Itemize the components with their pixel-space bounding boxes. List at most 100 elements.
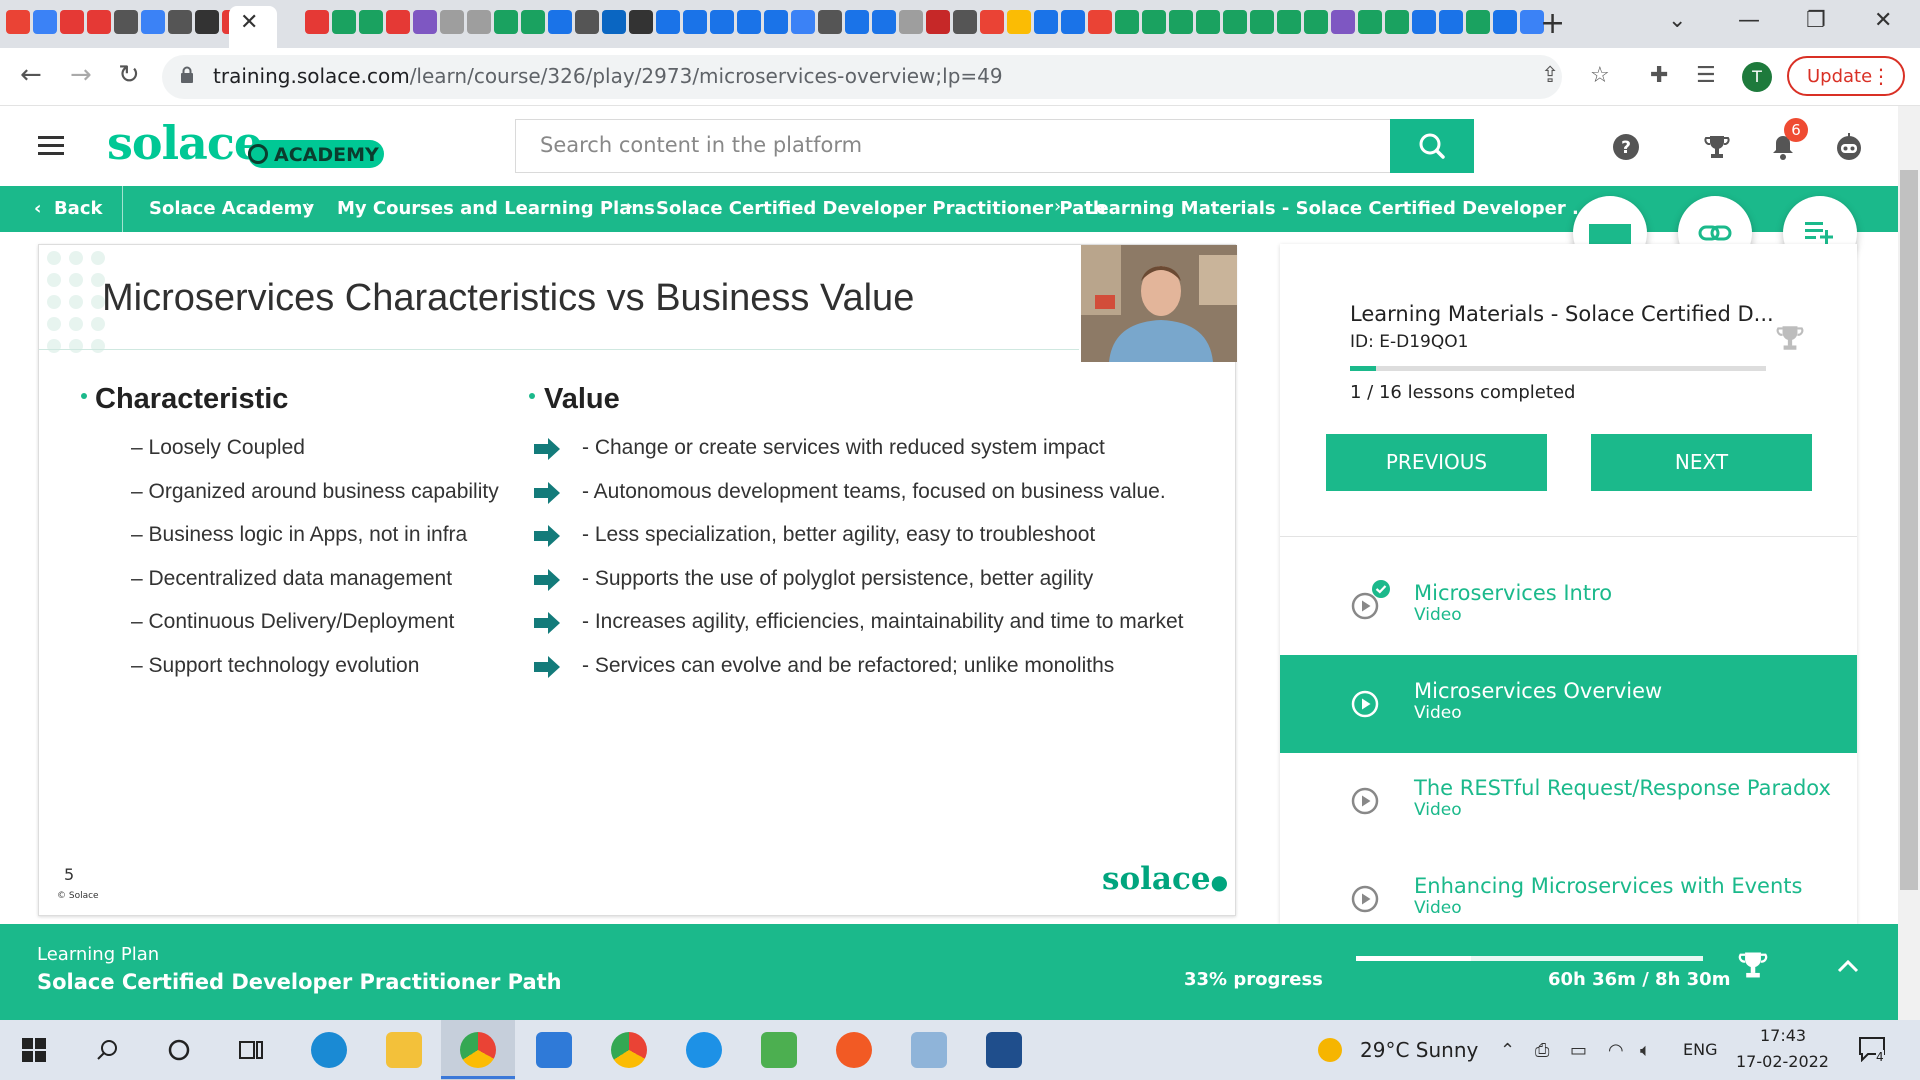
profile-avatar[interactable]: T: [1742, 62, 1772, 92]
tab-favicon-icon[interactable]: [60, 10, 84, 34]
tab-favicon-icon[interactable]: [872, 10, 896, 34]
tab-favicon-icon[interactable]: [737, 10, 761, 34]
tab-favicon-icon[interactable]: [1439, 10, 1463, 34]
file-explorer-icon[interactable]: [386, 1032, 422, 1068]
breadcrumb-item-my-courses[interactable]: My Courses and Learning Plans: [337, 198, 655, 219]
chrome-app-icon[interactable]: [460, 1032, 496, 1068]
back-arrow-icon[interactable]: ←: [20, 60, 42, 90]
clock-time[interactable]: 17:43: [1760, 1026, 1806, 1045]
url-text[interactable]: training.solace.com/learn/course/326/pla…: [213, 64, 1003, 88]
search-button[interactable]: [1390, 119, 1474, 173]
tab-favicon-icon[interactable]: [1088, 10, 1112, 34]
scrollbar-thumb[interactable]: [1900, 170, 1918, 890]
forward-arrow-icon[interactable]: →: [70, 60, 92, 90]
tab-favicon-icon[interactable]: [656, 10, 680, 34]
tab-favicon-icon[interactable]: [1115, 10, 1139, 34]
lesson-item[interactable]: Microservices Overview Video: [1280, 654, 1857, 753]
search-icon[interactable]: [96, 1038, 120, 1062]
meet-now-icon[interactable]: ⎙: [1535, 1040, 1549, 1061]
update-button[interactable]: Update ⋮: [1787, 56, 1905, 96]
tab-favicon-icon[interactable]: [602, 10, 626, 34]
tab-favicon-icon[interactable]: [33, 10, 57, 34]
windows-start-icon[interactable]: [22, 1038, 46, 1062]
chrome-profile-app-icon[interactable]: [611, 1032, 647, 1068]
previous-button[interactable]: PREVIOUS: [1326, 434, 1547, 491]
tab-favicon-icon[interactable]: [1304, 10, 1328, 34]
tab-favicon-icon[interactable]: [1277, 10, 1301, 34]
lesson-item[interactable]: The RESTful Request/Response Paradox Vide…: [1280, 752, 1857, 850]
tab-favicon-icon[interactable]: [1412, 10, 1436, 34]
tab-favicon-icon[interactable]: [1466, 10, 1490, 34]
tab-search-icon[interactable]: ⌄: [1668, 8, 1686, 33]
tab-favicon-icon[interactable]: [683, 10, 707, 34]
breadcrumb-item-solace-academy[interactable]: Solace Academy: [149, 198, 314, 219]
volume-icon[interactable]: 🔈︎: [1640, 1040, 1651, 1061]
tab-favicon-icon[interactable]: [629, 10, 653, 34]
tab-favicon-icon[interactable]: [521, 10, 545, 34]
tab-favicon-icon[interactable]: [386, 10, 410, 34]
tab-favicon-icon[interactable]: [1142, 10, 1166, 34]
battery-icon[interactable]: ▭: [1570, 1040, 1587, 1061]
remote-desktop-app-icon[interactable]: [986, 1032, 1022, 1068]
tab-favicon-icon[interactable]: [332, 10, 356, 34]
tab-favicon-icon[interactable]: [575, 10, 599, 34]
lesson-item[interactable]: Microservices Intro Video: [1280, 557, 1857, 655]
cortana-icon[interactable]: [167, 1038, 191, 1062]
tab-favicon-icon[interactable]: [1358, 10, 1382, 34]
restore-icon[interactable]: ❐: [1806, 8, 1826, 33]
reading-list-icon[interactable]: ☰: [1696, 63, 1716, 88]
tab-favicon-icon[interactable]: [114, 10, 138, 34]
tab-favicon-icon[interactable]: [87, 10, 111, 34]
chevron-up-icon[interactable]: ⌃: [1500, 1040, 1515, 1061]
tab-favicon-icon[interactable]: [1250, 10, 1274, 34]
tab-favicon-icon[interactable]: [1223, 10, 1247, 34]
tab-favicon-icon[interactable]: [1331, 10, 1355, 34]
tab-favicon-icon[interactable]: [1061, 10, 1085, 34]
slide-video-frame[interactable]: Microservices Characteristics vs Busines…: [38, 244, 1237, 916]
tab-favicon-icon[interactable]: [440, 10, 464, 34]
wifi-icon[interactable]: ◠: [1608, 1040, 1624, 1061]
tab-favicon-icon[interactable]: [764, 10, 788, 34]
tab-favicon-icon[interactable]: [791, 10, 815, 34]
next-button[interactable]: NEXT: [1591, 434, 1812, 491]
close-tab-icon[interactable]: ✕: [240, 10, 258, 35]
notes-app-icon[interactable]: [911, 1032, 947, 1068]
tab-favicon-icon[interactable]: [818, 10, 842, 34]
tab-favicon-icon[interactable]: [548, 10, 572, 34]
tab-favicon-icon[interactable]: [494, 10, 518, 34]
share-icon[interactable]: ⇪: [1541, 63, 1559, 88]
clock-date[interactable]: 17-02-2022: [1736, 1052, 1829, 1071]
tab-favicon-icon[interactable]: [845, 10, 869, 34]
tab-favicon-icon[interactable]: [1007, 10, 1031, 34]
tab-favicon-icon[interactable]: [413, 10, 437, 34]
search-input[interactable]: [516, 120, 1336, 170]
tab-favicon-icon[interactable]: [305, 10, 329, 34]
extensions-puzzle-icon[interactable]: ✚: [1650, 63, 1668, 88]
tab-favicon-icon[interactable]: [1034, 10, 1058, 34]
tab-favicon-icon[interactable]: [467, 10, 491, 34]
tab-favicon-icon[interactable]: [6, 10, 30, 34]
weather-text[interactable]: 29°C Sunny: [1360, 1038, 1478, 1062]
solace-logo[interactable]: solace: [107, 116, 263, 170]
tab-favicon-icon[interactable]: [1493, 10, 1517, 34]
reload-icon[interactable]: ↻: [118, 60, 140, 90]
back-button[interactable]: ‹ Back: [34, 198, 102, 219]
minimize-icon[interactable]: —: [1738, 8, 1760, 33]
edge-app-icon[interactable]: [311, 1032, 347, 1068]
tab-favicon-icon[interactable]: [359, 10, 383, 34]
tab-favicon-icon[interactable]: [980, 10, 1004, 34]
tab-favicon-icon[interactable]: [1196, 10, 1220, 34]
window-close-icon[interactable]: ✕: [1874, 8, 1892, 33]
tab-favicon-icon[interactable]: [926, 10, 950, 34]
tab-favicon-icon[interactable]: [710, 10, 734, 34]
tab-favicon-icon[interactable]: [899, 10, 923, 34]
lesson-item[interactable]: Enhancing Microservices with Events Video: [1280, 850, 1857, 925]
hamburger-menu-icon[interactable]: [38, 136, 64, 156]
tab-favicon-icon[interactable]: [1385, 10, 1409, 34]
help-icon[interactable]: ?: [1611, 132, 1641, 162]
trophy-icon[interactable]: [1702, 132, 1732, 162]
docker-app-icon[interactable]: [686, 1032, 722, 1068]
tab-favicon-icon[interactable]: [1169, 10, 1193, 34]
notepad-app-icon[interactable]: [761, 1032, 797, 1068]
mail-app-icon[interactable]: [536, 1032, 572, 1068]
